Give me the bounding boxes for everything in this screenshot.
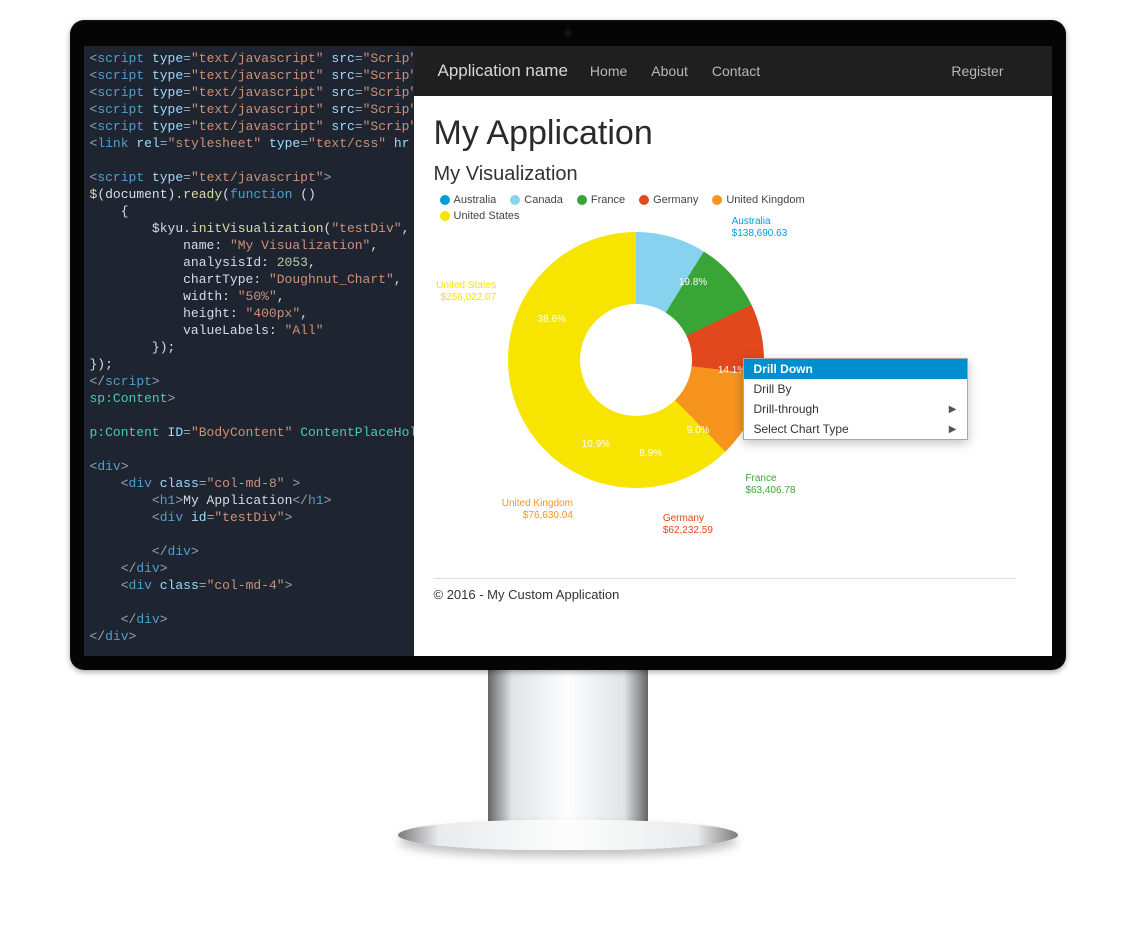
slice-pct-label: 19.8% — [679, 277, 707, 288]
slice-data-label: France$63,406.78 — [745, 473, 845, 497]
context-menu-item[interactable]: Select Chart Type ▶ — [744, 419, 967, 439]
legend-swatch-icon — [577, 195, 587, 205]
legend-label: Germany — [653, 194, 698, 206]
submenu-arrow-icon: ▶ — [949, 424, 957, 435]
legend-label: Australia — [454, 194, 497, 206]
context-menu[interactable]: Drill DownDrill ByDrill-through▶Select C… — [743, 358, 968, 440]
page-title: My Application — [434, 114, 1016, 153]
legend-swatch-icon — [712, 195, 722, 205]
legend-item[interactable]: Germany — [639, 194, 698, 206]
navbar-brand[interactable]: Application name — [438, 61, 568, 81]
chart-area[interactable]: 19.8%14.1%9.0%8.9%10.9%38.6% Australia$1… — [434, 226, 974, 566]
monitor-frame: <script type="text/javascript" src="Scri… — [70, 20, 1066, 850]
context-menu-label: Select Chart Type — [754, 422, 849, 436]
doughnut-hole — [580, 304, 692, 416]
legend-swatch-icon — [440, 195, 450, 205]
legend-item[interactable]: Canada — [510, 194, 563, 206]
legend-label: Canada — [524, 194, 563, 206]
legend-item[interactable]: United States — [440, 210, 520, 222]
context-menu-item[interactable]: Drill By — [744, 379, 967, 399]
nav-link-register[interactable]: Register — [951, 63, 1003, 79]
code-editor: <script type="text/javascript" src="Scri… — [84, 46, 414, 656]
nav-link-contact[interactable]: Contact — [712, 63, 760, 79]
monitor-stand-neck — [488, 666, 648, 826]
legend-swatch-icon — [639, 195, 649, 205]
screen: <script type="text/javascript" src="Scri… — [84, 46, 1052, 656]
camera-icon — [564, 29, 572, 37]
monitor-stand-base — [398, 820, 738, 850]
legend-label: United States — [454, 210, 520, 222]
chart-title: My Visualization — [434, 163, 1016, 186]
legend-swatch-icon — [510, 195, 520, 205]
legend-item[interactable]: France — [577, 194, 625, 206]
context-menu-label: Drill By — [754, 382, 792, 396]
slice-pct-label: 8.9% — [639, 448, 662, 459]
monitor-bezel: <script type="text/javascript" src="Scri… — [70, 20, 1066, 670]
slice-data-label: Germany$62,232.59 — [663, 513, 763, 537]
context-menu-label: Drill-through — [754, 402, 819, 416]
legend-label: United Kingdom — [726, 194, 804, 206]
legend-item[interactable]: Australia — [440, 194, 497, 206]
context-menu-label: Drill Down — [754, 362, 813, 376]
submenu-arrow-icon: ▶ — [949, 404, 957, 415]
context-menu-item[interactable]: Drill Down — [744, 359, 967, 379]
web-app-preview: Application name Home About Contact Regi… — [414, 46, 1052, 656]
legend-item[interactable]: United Kingdom — [712, 194, 804, 206]
navbar: Application name Home About Contact Regi… — [414, 46, 1052, 96]
footer-text: © 2016 - My Custom Application — [434, 587, 1016, 602]
slice-pct-label: 38.6% — [538, 314, 566, 325]
page-content: My Application My Visualization Australi… — [414, 96, 1052, 656]
slice-pct-label: 9.0% — [687, 425, 710, 436]
legend-label: France — [591, 194, 625, 206]
divider — [434, 578, 1016, 579]
nav-link-home[interactable]: Home — [590, 63, 627, 79]
slice-data-label: United Kingdom$76,630.04 — [473, 498, 573, 522]
slice-pct-label: 10.9% — [582, 439, 610, 450]
context-menu-item[interactable]: Drill-through ▶ — [744, 399, 967, 419]
slice-data-label: United States$256,022.07 — [414, 280, 497, 304]
slice-data-label: Australia$138,690.63 — [732, 216, 832, 240]
nav-link-about[interactable]: About — [651, 63, 688, 79]
legend-swatch-icon — [440, 211, 450, 221]
